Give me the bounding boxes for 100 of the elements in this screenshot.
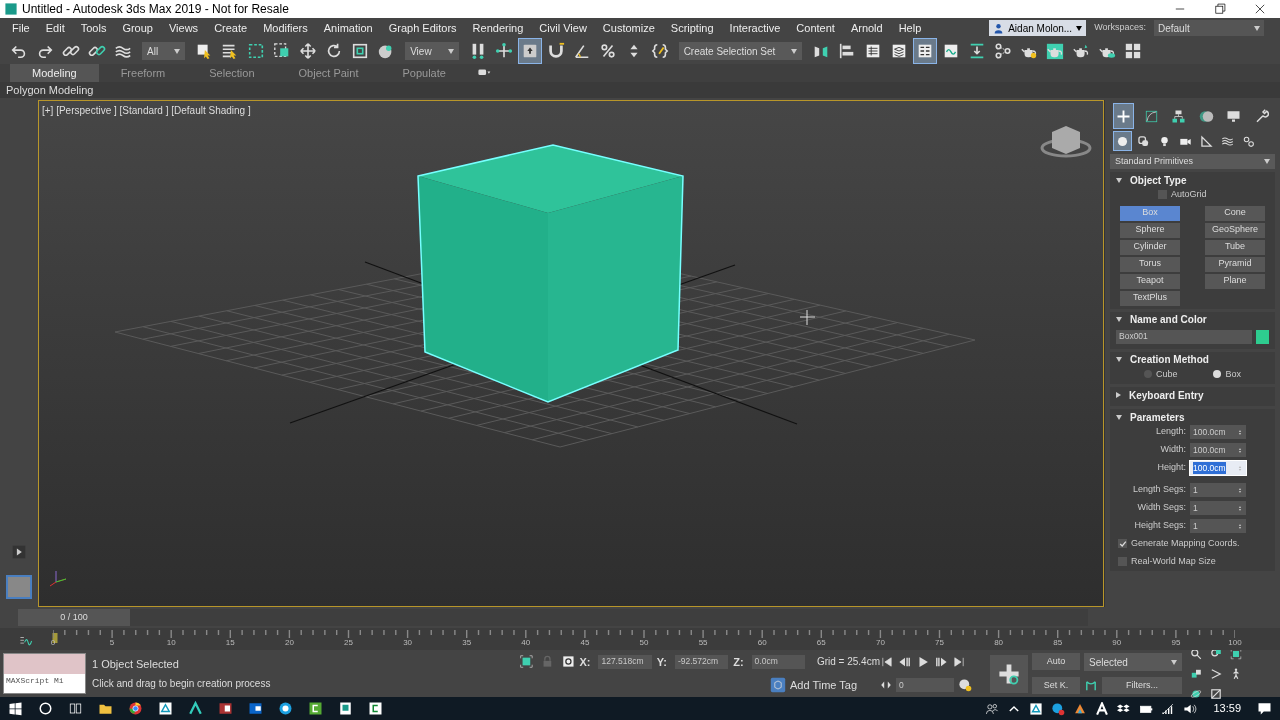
field-of-view-icon[interactable] bbox=[1210, 667, 1222, 680]
square-app-icon[interactable] bbox=[337, 701, 353, 716]
panel-layout-button[interactable] bbox=[914, 39, 937, 63]
auto-key-button[interactable]: Auto bbox=[1032, 653, 1080, 670]
menu-item[interactable]: Help bbox=[890, 19, 930, 37]
perspective-viewport[interactable]: [+] [Perspective ] [Standard ] [Default Shading ] bbox=[38, 100, 1104, 607]
windows-icon[interactable] bbox=[7, 701, 23, 716]
a-logo-icon[interactable] bbox=[1095, 701, 1110, 716]
zoom-icon[interactable] bbox=[1190, 647, 1202, 660]
object-type-button[interactable]: Cone bbox=[1205, 205, 1265, 221]
object-type-button[interactable]: Torus bbox=[1120, 256, 1180, 272]
time-slider-track[interactable]: 0 / 100 bbox=[18, 609, 1088, 626]
ribbon-tab[interactable]: Object Paint bbox=[276, 64, 381, 82]
rollout-arrow-icon[interactable] bbox=[1116, 357, 1122, 362]
go-to-end-icon[interactable] bbox=[952, 654, 966, 669]
object-type-button[interactable]: Teapot bbox=[1120, 273, 1180, 289]
ribbon-tab[interactable]: Freeform bbox=[98, 64, 188, 82]
time-tag-icon[interactable] bbox=[770, 677, 786, 694]
menu-item[interactable]: Content bbox=[788, 19, 843, 37]
spinner-field[interactable]: 100.0cm bbox=[1190, 425, 1246, 439]
frame-field[interactable]: 0 bbox=[896, 678, 954, 693]
task-view-icon[interactable] bbox=[67, 701, 83, 716]
key-filter-icon[interactable] bbox=[1084, 678, 1098, 693]
workspaces-dropdown[interactable]: Default bbox=[1154, 20, 1264, 36]
object-type-button[interactable]: Pyramid bbox=[1205, 256, 1265, 272]
curve-toggle-icon[interactable] bbox=[18, 634, 34, 649]
menu-item[interactable]: Arnold bbox=[842, 19, 891, 37]
ribbon-tab[interactable]: Populate bbox=[380, 64, 468, 82]
cube-drawing[interactable] bbox=[417, 144, 684, 403]
object-type-button[interactable]: Sphere bbox=[1120, 222, 1180, 238]
wifi-icon[interactable] bbox=[1161, 701, 1176, 716]
time-configuration-icon[interactable] bbox=[958, 678, 972, 693]
current-frame-box[interactable]: 0 / 100 bbox=[18, 609, 130, 626]
absolute-mode-icon[interactable] bbox=[561, 655, 575, 669]
go-to-start-icon[interactable] bbox=[880, 654, 894, 669]
triangle-logo-icon[interactable] bbox=[1029, 701, 1044, 716]
ribbon-tab[interactable]: Modeling bbox=[10, 64, 99, 82]
chat-app-icon[interactable] bbox=[277, 701, 293, 716]
spinner-field[interactable]: 100.0cm bbox=[1190, 461, 1246, 475]
menu-item[interactable]: Group bbox=[114, 19, 161, 37]
search-icon[interactable] bbox=[37, 701, 53, 716]
mail-app-icon[interactable] bbox=[247, 701, 263, 716]
rollout-arrow-icon[interactable] bbox=[1116, 414, 1122, 420]
radio-button[interactable] bbox=[1144, 370, 1152, 379]
menu-item[interactable]: Views bbox=[160, 19, 207, 37]
clock-text[interactable]: 13:59 bbox=[1213, 700, 1241, 717]
menu-item[interactable]: Scripting bbox=[662, 19, 722, 37]
menu-item[interactable]: Civil View bbox=[531, 19, 595, 37]
maxscript-listener[interactable]: MAXScript Mi bbox=[3, 653, 86, 694]
object-type-button[interactable]: TextPlus bbox=[1120, 290, 1180, 306]
color-swatch[interactable] bbox=[6, 575, 32, 599]
up-arrow-square-button[interactable] bbox=[518, 39, 541, 63]
notification-icon[interactable] bbox=[1257, 701, 1272, 716]
toolbar-dropdown[interactable]: View bbox=[405, 42, 459, 60]
spinner-field[interactable]: 1 bbox=[1190, 519, 1246, 533]
object-type-button[interactable]: GeoSphere bbox=[1205, 222, 1265, 238]
rollout-arrow-icon[interactable] bbox=[1116, 177, 1122, 183]
checkbox[interactable] bbox=[1118, 556, 1127, 566]
set-key-button[interactable] bbox=[990, 654, 1028, 693]
browser-icon[interactable] bbox=[127, 701, 143, 716]
selection-frame-icon[interactable] bbox=[520, 655, 533, 669]
zoom-extents-icon[interactable] bbox=[1230, 647, 1242, 660]
set-key-mode-button[interactable]: Set K. bbox=[1032, 677, 1080, 694]
menu-item[interactable]: Interactive bbox=[721, 19, 789, 37]
object-type-button[interactable]: Plane bbox=[1205, 273, 1265, 289]
dark-app-icon[interactable] bbox=[367, 701, 383, 716]
filters-button[interactable]: Filters... bbox=[1102, 677, 1182, 694]
object-type-button[interactable]: Cylinder bbox=[1120, 239, 1180, 255]
restore-icon[interactable] bbox=[1212, 2, 1228, 16]
menu-item[interactable]: Customize bbox=[594, 19, 663, 37]
autogrid-checkbox[interactable] bbox=[1158, 190, 1167, 200]
spinner-field[interactable]: 1 bbox=[1190, 501, 1246, 515]
arch-logo-icon[interactable] bbox=[187, 701, 203, 716]
ribbon-tab[interactable]: Selection bbox=[187, 64, 277, 82]
rollout-arrow-icon[interactable] bbox=[1116, 392, 1121, 398]
viewcube-icon[interactable] bbox=[1040, 126, 1092, 158]
rollout-header[interactable]: Creation Method bbox=[1110, 351, 1275, 368]
category-button[interactable] bbox=[1114, 132, 1131, 150]
triangle-logo-icon[interactable] bbox=[157, 701, 173, 716]
coordinate-field[interactable]: 127.518cm bbox=[598, 654, 652, 669]
object-type-button[interactable]: Tube bbox=[1205, 239, 1265, 255]
spinner-field[interactable]: 100.0cm bbox=[1190, 443, 1246, 457]
people-icon[interactable] bbox=[985, 701, 1000, 716]
toolbar-dropdown[interactable]: All bbox=[142, 42, 186, 60]
menu-item[interactable]: Graph Editors bbox=[380, 19, 465, 37]
rollout-header[interactable]: Parameters bbox=[1110, 409, 1275, 425]
add-time-tag-link[interactable]: Add Time Tag bbox=[790, 677, 858, 694]
command-tab[interactable] bbox=[1114, 104, 1133, 128]
orbit-icon[interactable] bbox=[1190, 687, 1202, 700]
chat-app-icon[interactable] bbox=[1051, 701, 1066, 716]
radio-button[interactable] bbox=[1213, 370, 1222, 379]
toolbar-dropdown[interactable]: Create Selection Set bbox=[678, 42, 803, 60]
menu-item[interactable]: Edit bbox=[37, 19, 73, 37]
name-field[interactable]: Box001 bbox=[1116, 329, 1252, 344]
menu-item[interactable]: Create bbox=[206, 19, 256, 37]
checkbox[interactable] bbox=[1118, 539, 1127, 549]
play-icon[interactable] bbox=[12, 545, 26, 559]
document-app-icon[interactable] bbox=[217, 701, 233, 716]
radio-option[interactable]: Cube bbox=[1144, 367, 1178, 381]
coordinate-field[interactable]: -92.572cm bbox=[674, 654, 729, 669]
